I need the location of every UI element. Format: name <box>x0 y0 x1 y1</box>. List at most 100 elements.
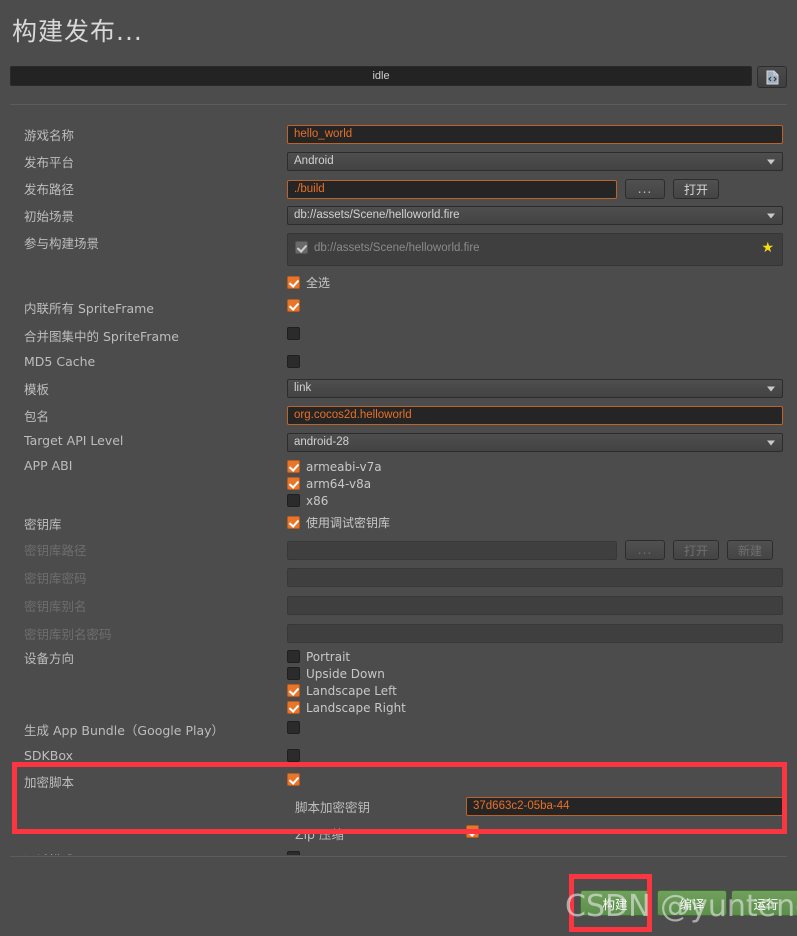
sdkbox-checkbox[interactable] <box>287 749 300 763</box>
page-title: 构建发布... <box>12 17 143 46</box>
keystore-path-label: 密钥库路径 <box>24 543 87 558</box>
app-abi-option-x86[interactable]: x86 <box>287 492 382 509</box>
keystore-alias-input[interactable] <box>287 596 783 615</box>
orientation-option-label: Landscape Left <box>306 683 397 698</box>
app-abi-option-armeabi-v7a[interactable]: armeabi-v7a <box>287 458 382 475</box>
keystore-path-input[interactable] <box>287 540 617 560</box>
select-all-row[interactable]: 全选 <box>287 274 330 291</box>
app-abi-option-arm64-v8a[interactable]: arm64-v8a <box>287 475 382 492</box>
start-scene-value: db://assets/Scene/helloworld.fire <box>294 209 460 221</box>
platform-label: 发布平台 <box>24 155 75 170</box>
app-bundle-label: 生成 App Bundle（Google Play） <box>24 723 225 738</box>
package-name-input[interactable]: org.cocos2d.helloworld <box>287 406 783 425</box>
orientation-checkbox[interactable] <box>287 650 300 663</box>
app-bundle-checkbox[interactable] <box>287 721 300 735</box>
build-button[interactable]: 构建 <box>580 890 650 916</box>
keystore-alias-password-input[interactable] <box>287 624 783 643</box>
app-abi-checkbox[interactable] <box>287 494 300 507</box>
orientation-checkbox[interactable] <box>287 684 300 697</box>
orientation-checkbox[interactable] <box>287 667 300 680</box>
keystore-path-browse-button[interactable]: ... <box>625 540 665 560</box>
compile-button[interactable]: 编译 <box>657 890 727 916</box>
debug-mode-checkbox[interactable] <box>287 851 300 855</box>
included-scenes-list[interactable]: db://assets/Scene/helloworld.fire ★ <box>287 233 783 266</box>
debug-mode-label: 调试模式 <box>24 850 74 855</box>
keystore-password-input[interactable] <box>287 568 783 587</box>
orientation-option-portrait[interactable]: Portrait <box>287 648 406 665</box>
select-all-checkbox[interactable] <box>287 276 300 289</box>
target-api-level-label: Target API Level <box>24 433 124 448</box>
progress-row: idle <box>10 66 787 88</box>
build-path-label: 发布路径 <box>24 182 75 197</box>
template-select[interactable]: link <box>287 379 783 398</box>
keystore-alias-password-label: 密钥库别名密码 <box>24 627 112 642</box>
scene-item-path: db://assets/Scene/helloworld.fire <box>314 241 480 254</box>
app-abi-option-label: x86 <box>306 493 329 508</box>
keystore-use-debug-label: 使用调试密钥库 <box>306 516 391 530</box>
merge-atlas-spriteframe-checkbox[interactable] <box>287 327 300 341</box>
open-log-button[interactable] <box>757 66 787 88</box>
package-name-label: 包名 <box>24 409 50 424</box>
game-name-input[interactable]: hello_world <box>287 125 783 144</box>
start-scene-select[interactable]: db://assets/Scene/helloworld.fire <box>287 206 783 225</box>
orientation-label: 设备方向 <box>24 651 75 666</box>
list-item[interactable]: db://assets/Scene/helloworld.fire <box>295 241 775 254</box>
app-abi-option-label: arm64-v8a <box>306 476 372 491</box>
chevron-down-icon <box>767 213 775 218</box>
keystore-alias-label: 密钥库别名 <box>24 599 87 614</box>
build-path-open-button[interactable]: 打开 <box>673 179 720 199</box>
included-scenes-label: 参与构建场景 <box>24 236 100 251</box>
template-value: link <box>294 382 312 394</box>
header-divider <box>10 104 787 105</box>
encrypt-script-label: 加密脚本 <box>24 775 75 790</box>
keystore-use-debug-checkbox[interactable] <box>287 516 300 529</box>
build-progress-bar: idle <box>10 66 752 86</box>
encrypt-script-checkbox[interactable] <box>287 773 300 787</box>
build-status-text: idle <box>372 70 390 82</box>
sdkbox-label: SDKBox <box>24 748 73 763</box>
keystore-label: 密钥库 <box>24 517 62 532</box>
encrypt-key-label: 脚本加密密钥 <box>295 800 371 815</box>
footer-divider <box>10 856 787 857</box>
app-abi-option-label: armeabi-v7a <box>306 459 382 474</box>
orientation-option-label: Portrait <box>306 649 351 664</box>
document-log-icon <box>766 70 778 84</box>
build-publish-dialog: 构建发布... idle 游戏名称 hello_world 发布平台 Andro… <box>0 0 797 936</box>
keystore-path-new-button[interactable]: 新建 <box>727 540 774 560</box>
md5-cache-label: MD5 Cache <box>24 354 96 369</box>
orientation-option-landscape-left[interactable]: Landscape Left <box>287 682 406 699</box>
keystore-password-label: 密钥库密码 <box>24 571 87 586</box>
build-path-browse-button[interactable]: ... <box>625 179 665 199</box>
orientation-checkbox[interactable] <box>287 701 300 714</box>
target-api-level-select[interactable]: android-28 <box>287 433 783 452</box>
game-name-label: 游戏名称 <box>24 128 75 143</box>
merge-atlas-spriteframe-label: 合并图集中的 SpriteFrame <box>24 329 179 344</box>
app-abi-checkbox[interactable] <box>287 477 300 490</box>
star-icon[interactable]: ★ <box>761 240 774 254</box>
inline-spriteframe-checkbox[interactable] <box>287 299 300 313</box>
template-label: 模板 <box>24 382 50 397</box>
chevron-down-icon <box>767 440 775 445</box>
run-button[interactable]: 运行 <box>731 890 797 916</box>
zip-compress-checkbox[interactable] <box>466 825 479 839</box>
chevron-down-icon <box>767 386 775 391</box>
keystore-use-debug-row[interactable]: 使用调试密钥库 <box>287 514 390 531</box>
orientation-option-landscape-right[interactable]: Landscape Right <box>287 699 406 716</box>
target-api-level-value: android-28 <box>294 436 349 448</box>
orientation-option-label: Landscape Right <box>306 700 406 715</box>
orientation-option-upside-down[interactable]: Upside Down <box>287 665 406 682</box>
build-path-input[interactable]: ./build <box>287 179 617 199</box>
zip-compress-label: Zip 压缩 <box>295 827 344 842</box>
keystore-path-open-button[interactable]: 打开 <box>673 540 720 560</box>
scene-item-checkbox[interactable] <box>295 241 308 254</box>
md5-cache-checkbox[interactable] <box>287 355 300 369</box>
inline-spriteframe-label: 内联所有 SpriteFrame <box>24 301 154 316</box>
encrypt-key-input[interactable]: 37d663c2-05ba-44 <box>466 797 784 816</box>
app-abi-checkbox[interactable] <box>287 460 300 473</box>
platform-value: Android <box>294 155 334 167</box>
platform-select[interactable]: Android <box>287 152 783 171</box>
build-settings-form: 游戏名称 hello_world 发布平台 Android 发布路径 ./bui… <box>0 110 797 855</box>
dialog-footer: 构建 编译 运行 <box>0 856 797 936</box>
start-scene-label: 初始场景 <box>24 209 75 224</box>
chevron-down-icon <box>767 159 775 164</box>
